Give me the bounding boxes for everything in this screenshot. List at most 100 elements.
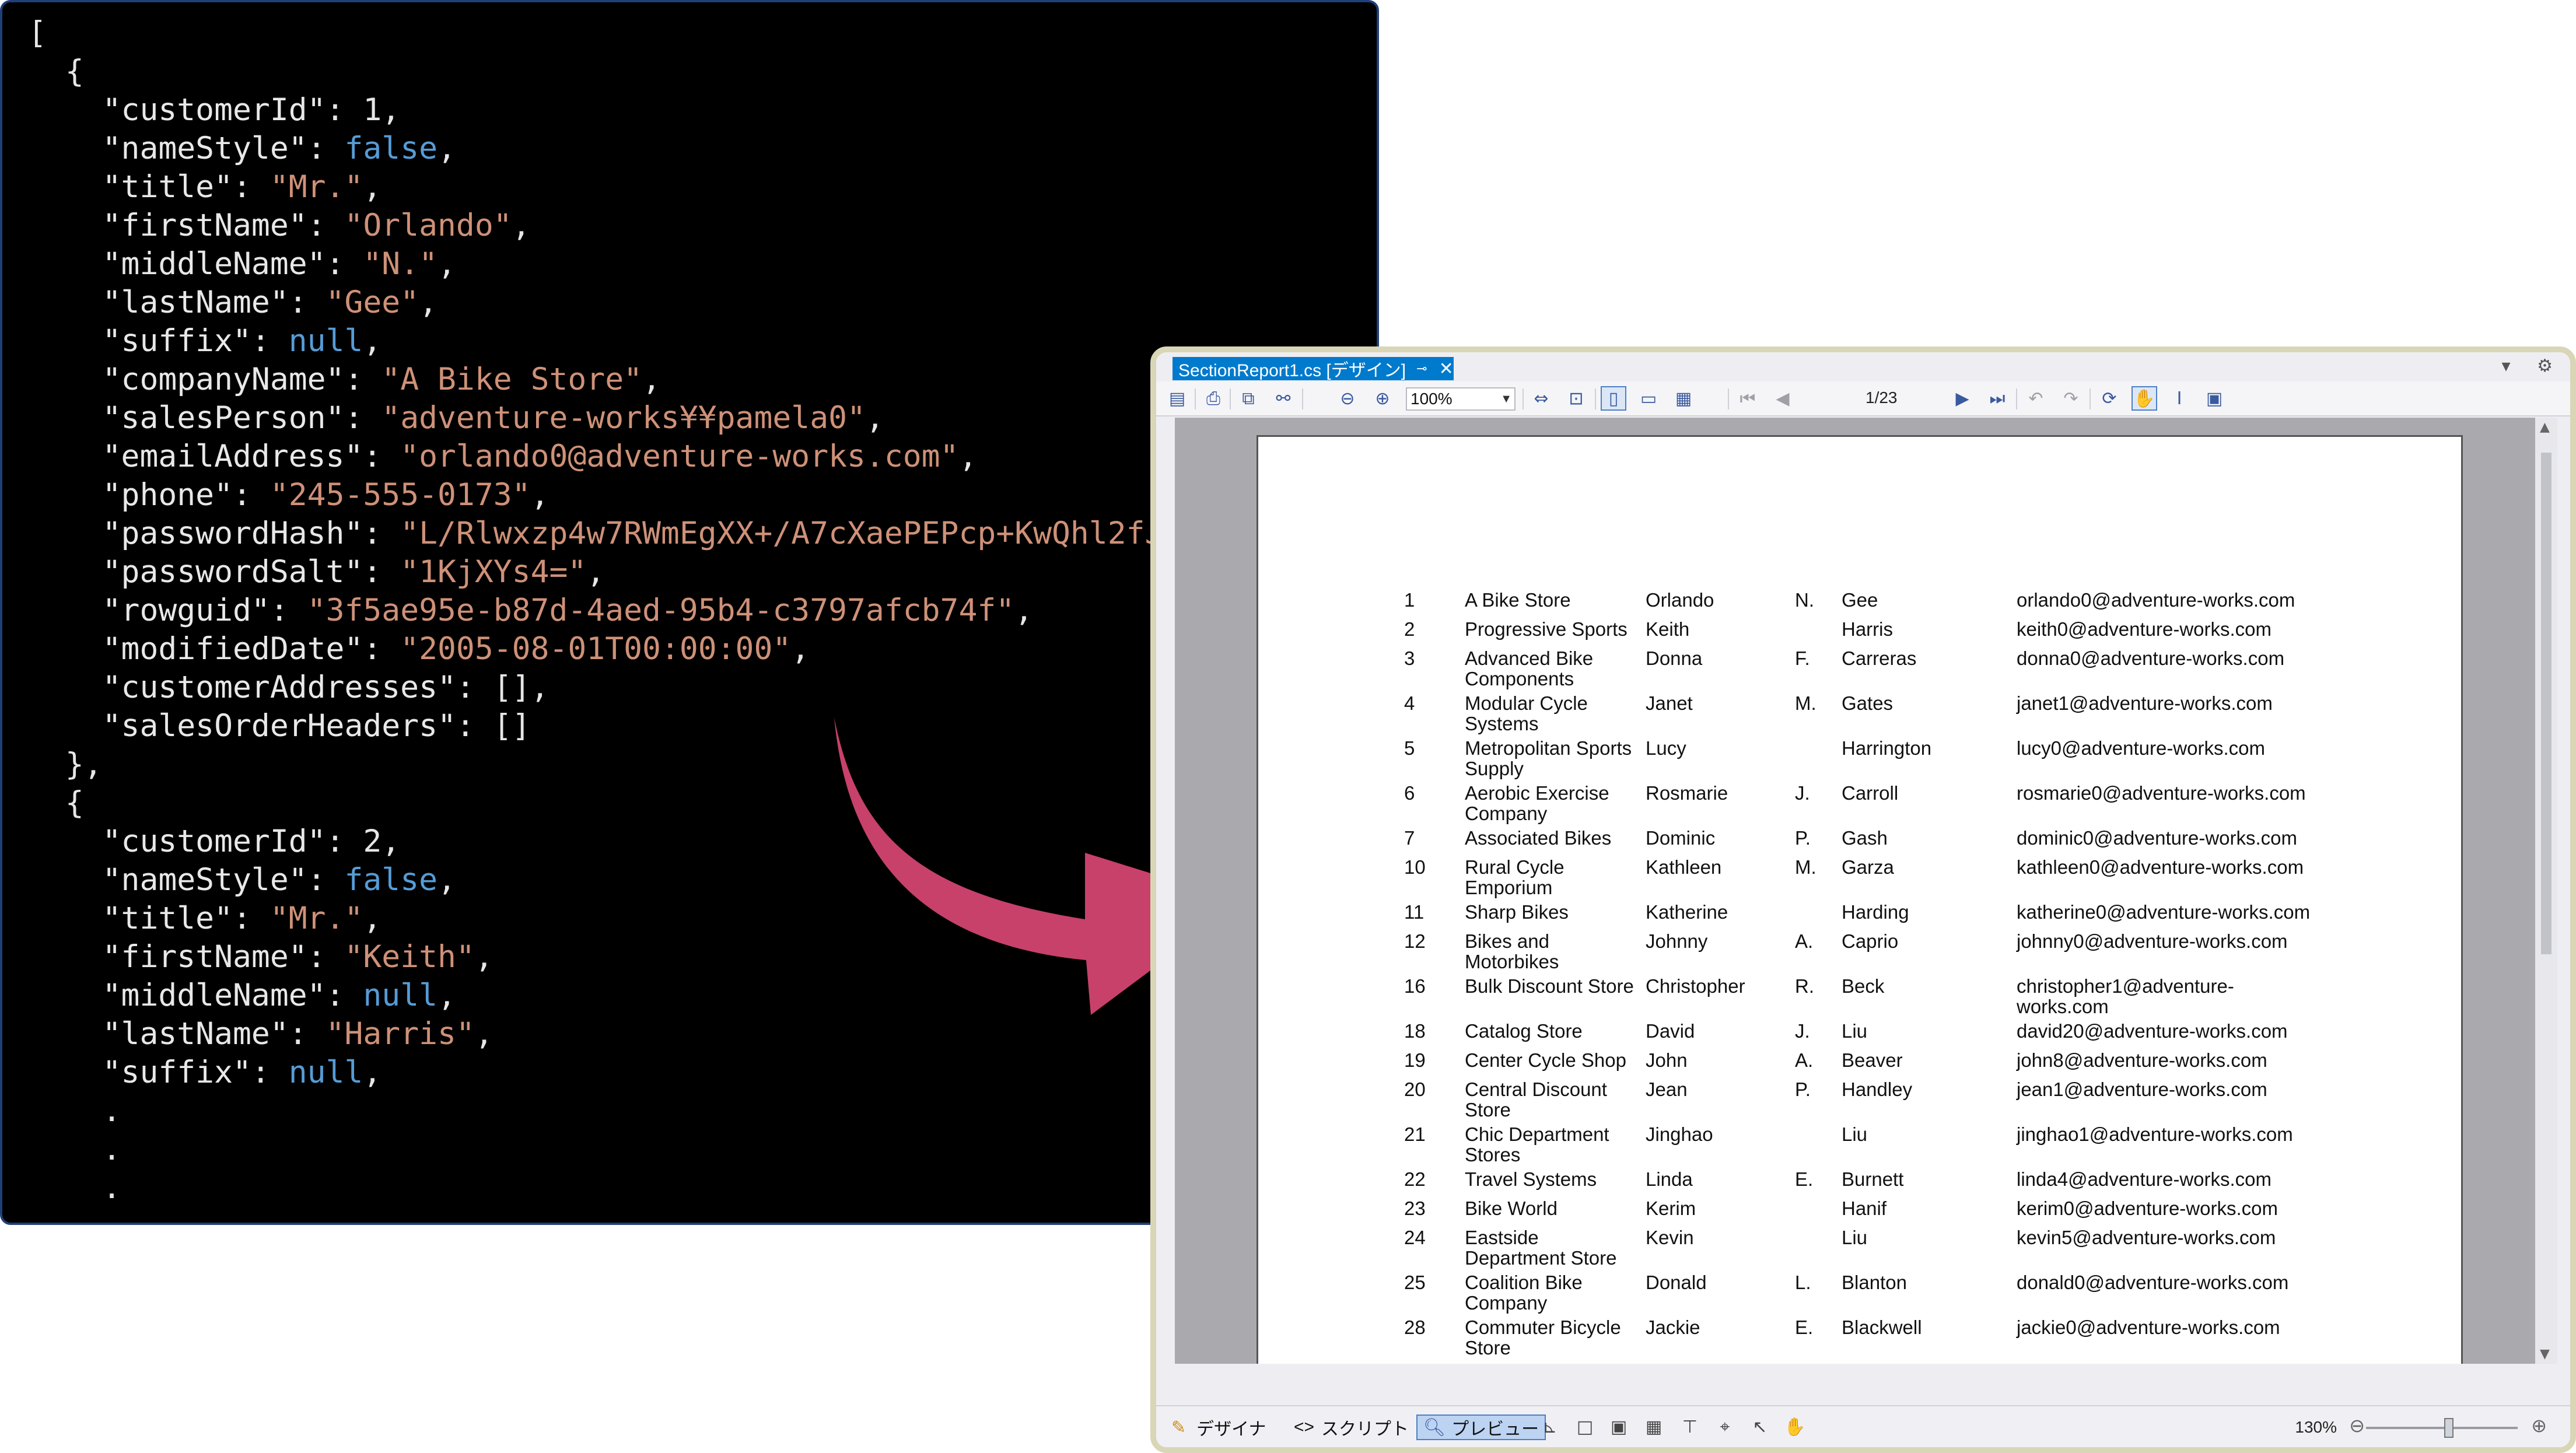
gear-icon[interactable]: ⚙ bbox=[2537, 356, 2553, 376]
zoom-slider-track[interactable] bbox=[2366, 1427, 2518, 1429]
code-token: { bbox=[28, 785, 84, 821]
code-token: : bbox=[307, 939, 345, 975]
company-name-cell: Modular Cycle bbox=[1465, 692, 1588, 714]
code-line: "firstName": "Orlando", bbox=[28, 206, 1219, 245]
ruler-icon[interactable]: ⊾ bbox=[1538, 1415, 1562, 1439]
code-line: "rowguid": "3f5ae95e-b87d-4aed-95b4-c379… bbox=[28, 591, 1219, 630]
single-frame-icon[interactable]: □ bbox=[1573, 1415, 1597, 1439]
code-token: : bbox=[288, 1016, 326, 1052]
close-icon[interactable]: ✕ bbox=[1439, 359, 1454, 379]
script-tab[interactable]: <> スクリプト bbox=[1294, 1415, 1409, 1440]
last-page-icon[interactable]: ⏭ bbox=[1985, 386, 2010, 411]
code-line: "customerId": 1, bbox=[28, 91, 1219, 129]
first-name-cell: Kevin bbox=[1646, 1227, 1694, 1248]
preview-tab[interactable]: 🔍︎ プレビュー bbox=[1416, 1415, 1546, 1440]
copy-icon[interactable]: ⧉ bbox=[1236, 386, 1261, 411]
table-of-contents-icon[interactable]: ▤ bbox=[1164, 386, 1190, 411]
pin-icon[interactable]: ⊸ bbox=[1416, 361, 1427, 376]
customer-id-cell: 22 bbox=[1404, 1168, 1426, 1190]
first-name-cell: Jackie bbox=[1646, 1317, 1700, 1338]
last-name-cell: Harrington bbox=[1842, 737, 1932, 759]
designer-statusbar: ✎ デザイナ <> スクリプト 🔍︎ プレビュー ⊾ □ ▣ ▦ ⊤ ⌖ ↖ ✋… bbox=[1156, 1405, 2570, 1447]
forward-icon[interactable]: ↷ bbox=[2058, 386, 2084, 411]
email-cell: david20@adventure-works.com bbox=[2017, 1020, 2288, 1042]
hand-icon[interactable]: ✋ bbox=[1783, 1415, 1807, 1439]
customer-id-cell: 4 bbox=[1404, 692, 1415, 714]
code-token: "1KjXYs4=" bbox=[400, 554, 587, 590]
company-name-cell: Bikes and bbox=[1465, 930, 1549, 952]
fit-page-icon[interactable]: ⊡ bbox=[1563, 386, 1589, 411]
code-token: 2 bbox=[363, 824, 382, 859]
first-page-icon[interactable]: ⏮ bbox=[1735, 386, 1760, 411]
email-cell: jinghao1@adventure-works.com bbox=[2017, 1123, 2293, 1145]
customer-id-cell: 10 bbox=[1404, 856, 1426, 878]
document-tab[interactable]: SectionReport1.cs [デザイン] ⊸ ✕ bbox=[1172, 357, 1454, 380]
find-icon[interactable]: ⚯ bbox=[1270, 386, 1296, 411]
vertical-scrollbar[interactable]: ▲ ▼ bbox=[2535, 418, 2557, 1364]
code-token: "customerId" bbox=[102, 824, 326, 859]
code-token: : bbox=[251, 323, 289, 359]
next-page-icon[interactable]: ▶ bbox=[1950, 386, 1975, 411]
designer-tab[interactable]: ✎ デザイナ bbox=[1171, 1415, 1266, 1440]
report-page: 1 A Bike Store Orlando N. Gee orlando0@advent… bbox=[1256, 435, 2463, 1364]
middle-name-cell: M. bbox=[1795, 856, 1817, 878]
scroll-down-icon[interactable]: ▼ bbox=[2540, 1347, 2550, 1361]
zoom-in-icon[interactable]: ⊕ bbox=[1370, 386, 1395, 411]
code-token: "A Bike Store" bbox=[382, 362, 643, 397]
zoom-select-value: 100% bbox=[1410, 390, 1452, 408]
pan-hand-icon[interactable]: ✋ bbox=[2132, 386, 2157, 411]
zoom-slider-thumb[interactable] bbox=[2444, 1418, 2454, 1438]
window-menu-chevron-icon[interactable]: ▾ bbox=[2501, 356, 2510, 376]
snap-icon[interactable]: ⌖ bbox=[1713, 1415, 1737, 1439]
code-token: , bbox=[586, 554, 606, 590]
zoom-minus-icon[interactable]: ⊖ bbox=[2349, 1415, 2365, 1437]
company-name-cell: Supply bbox=[1465, 758, 1524, 779]
refresh-icon[interactable]: ⟳ bbox=[2096, 386, 2122, 411]
middle-name-cell: J. bbox=[1795, 782, 1810, 804]
company-name-cell: Eastside bbox=[1465, 1227, 1539, 1248]
code-token: : bbox=[363, 439, 401, 474]
code-token: , bbox=[642, 362, 661, 397]
middle-name-cell: R. bbox=[1795, 975, 1814, 997]
continuous-page-icon[interactable]: ▭ bbox=[1636, 386, 1661, 411]
code-token: : bbox=[307, 862, 345, 898]
fit-width-icon[interactable]: ⇔ bbox=[1528, 386, 1554, 411]
zoom-out-icon[interactable]: ⊖ bbox=[1335, 386, 1360, 411]
code-token: "2005-08-01T00:00:00" bbox=[400, 631, 792, 667]
align-icon[interactable]: ⊤ bbox=[1678, 1415, 1702, 1439]
multi-page-icon[interactable]: ▦ bbox=[1671, 386, 1696, 411]
pointer-icon[interactable]: ↖ bbox=[1748, 1415, 1772, 1439]
report-preview-area[interactable]: 1 A Bike Store Orlando N. Gee orlando0@advent… bbox=[1175, 418, 2546, 1364]
back-icon[interactable]: ↶ bbox=[2023, 386, 2049, 411]
middle-name-cell: N. bbox=[1795, 589, 1814, 611]
email-cell: john8@adventure-works.com bbox=[2017, 1049, 2267, 1071]
customer-id-cell: 29 bbox=[1404, 1362, 1457, 1364]
text-select-icon[interactable]: Ⅰ bbox=[2166, 386, 2192, 411]
script-tab-label: スクリプト bbox=[1321, 1420, 1409, 1439]
print-icon[interactable]: ⎙ bbox=[1200, 386, 1226, 411]
code-line: . bbox=[28, 1169, 1219, 1207]
code-token: : bbox=[233, 901, 270, 936]
first-name-cell: Dominic bbox=[1646, 827, 1716, 849]
first-name-cell: Keith bbox=[1646, 618, 1690, 640]
customer-id-cell: 7 bbox=[1404, 827, 1415, 849]
single-page-icon[interactable]: ▯ bbox=[1601, 386, 1626, 411]
code-token: , bbox=[958, 439, 978, 474]
code-token: "lastName" bbox=[102, 285, 289, 320]
table-grid-icon[interactable]: ▦ bbox=[1642, 1415, 1666, 1439]
code-line: { bbox=[28, 52, 1219, 91]
scroll-up-icon[interactable]: ▲ bbox=[2540, 420, 2550, 435]
page-indicator[interactable]: 1/23 bbox=[1866, 388, 1898, 407]
zoom-plus-icon[interactable]: ⊕ bbox=[2531, 1415, 2547, 1437]
grid-frame-icon[interactable]: ▣ bbox=[1606, 1415, 1631, 1439]
code-token: : [], bbox=[456, 670, 550, 705]
zoom-select[interactable]: 100% ▼ bbox=[1406, 387, 1516, 411]
scrollbar-thumb[interactable] bbox=[2541, 453, 2552, 954]
snapshot-icon[interactable]: ▣ bbox=[2202, 386, 2227, 411]
code-line: "phone": "245-555-0173", bbox=[28, 476, 1219, 514]
code-line: "nameStyle": false, bbox=[28, 129, 1219, 168]
previous-page-icon[interactable]: ◀ bbox=[1770, 386, 1796, 411]
designer-tab-label: デザイナ bbox=[1196, 1420, 1266, 1439]
